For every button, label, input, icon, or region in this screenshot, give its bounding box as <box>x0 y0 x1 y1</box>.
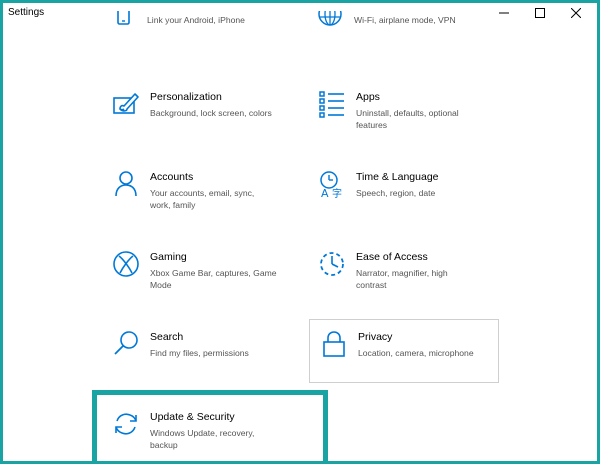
close-button[interactable] <box>558 6 594 20</box>
tile-description: Narrator, magnifier, high contrast <box>356 268 448 290</box>
tile-name: Update & Security <box>150 411 235 423</box>
window-controls <box>486 6 594 20</box>
title-bar: Settings <box>6 6 594 20</box>
tile-privacy[interactable]: Privacy Location, camera, microphone <box>320 330 474 359</box>
tile-apps[interactable]: Apps Uninstall, defaults, optional featu… <box>318 90 476 131</box>
minimize-button[interactable] <box>486 6 522 20</box>
svg-text:字: 字 <box>332 187 342 198</box>
window-title: Settings <box>8 7 45 18</box>
maximize-button[interactable] <box>522 6 558 20</box>
lock-icon <box>320 330 348 358</box>
xbox-icon <box>112 250 140 278</box>
tile-name: Ease of Access <box>356 251 428 263</box>
tile-personalization[interactable]: Personalization Background, lock screen,… <box>112 90 272 119</box>
tile-name: Gaming <box>150 251 187 263</box>
close-icon <box>571 8 581 18</box>
tile-phone[interactable]: Link your Android, iPhone <box>109 11 245 39</box>
tile-name: Accounts <box>150 171 194 183</box>
person-icon <box>112 170 140 198</box>
settings-window: Settings Link your Android, iPhone Wi-Fi… <box>0 0 600 464</box>
tile-description: Uninstall, defaults, optional features <box>356 108 459 130</box>
tile-ease-of-access[interactable]: Ease of Access Narrator, magnifier, high… <box>318 250 476 291</box>
magnifier-icon <box>112 330 140 358</box>
tile-description: Xbox Game Bar, captures, Game Mode <box>150 268 277 290</box>
tile-description: Location, camera, microphone <box>358 348 474 358</box>
tile-name: Personalization <box>150 91 222 103</box>
tile-description: Windows Update, recovery, backup <box>150 428 255 450</box>
phone-icon <box>109 11 137 39</box>
tile-name: Apps <box>356 91 380 103</box>
tile-description: Find my files, permissions <box>150 348 249 358</box>
tile-name: Search <box>150 331 184 343</box>
globe-icon <box>316 11 344 39</box>
tile-time-language[interactable]: A 字 Time & Language Speech, region, date <box>318 170 439 199</box>
tile-description: Wi-Fi, airplane mode, VPN <box>354 15 456 25</box>
minimize-icon <box>499 12 509 14</box>
tile-network[interactable]: Wi-Fi, airplane mode, VPN <box>316 11 456 39</box>
tile-description: Your accounts, email, sync, work, family <box>150 188 255 210</box>
time-language-icon: A 字 <box>318 170 346 198</box>
tile-update-security[interactable]: Update & Security Windows Update, recove… <box>112 410 275 451</box>
tile-description: Speech, region, date <box>356 188 436 198</box>
svg-text:A: A <box>321 187 329 198</box>
maximize-icon <box>535 8 545 18</box>
tile-accounts[interactable]: Accounts Your accounts, email, sync, wor… <box>112 170 270 211</box>
ease-of-access-icon <box>318 250 346 278</box>
tile-gaming[interactable]: Gaming Xbox Game Bar, captures, Game Mod… <box>112 250 290 291</box>
tile-search[interactable]: Search Find my files, permissions <box>112 330 249 359</box>
tile-description: Background, lock screen, colors <box>150 108 272 118</box>
paintbrush-icon <box>112 90 140 118</box>
tile-description: Link your Android, iPhone <box>147 15 245 25</box>
tile-name: Time & Language <box>356 171 439 183</box>
sync-arrows-icon <box>112 410 140 438</box>
apps-list-icon <box>318 90 346 118</box>
tile-name: Privacy <box>358 331 393 343</box>
